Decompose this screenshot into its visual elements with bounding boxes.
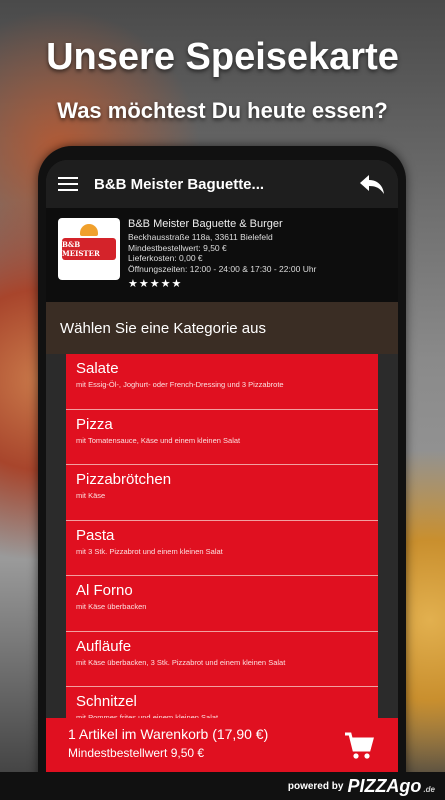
menu-icon[interactable] [58,177,78,191]
rating-stars-icon: ★★★★★ [128,278,183,290]
category-title: Pasta [76,526,115,544]
pizzago-logo[interactable]: PIZZAgo .de [347,776,435,797]
restaurant-delivery-cost: Lieferkosten: 0,00 € [128,253,203,263]
category-title: Schnitzel [76,693,137,710]
category-item-pasta[interactable]: Pasta mit 3 Stk. Pizzabrot und einem kle… [66,520,378,576]
back-arrow-icon[interactable] [358,172,386,196]
category-desc: mit Käse [76,491,106,500]
restaurant-hours: Öffnungszeiten: 12:00 - 24:00 & 17:30 - … [128,263,317,274]
category-item-auflaeufe[interactable]: Aufläufe mit Käse überbacken, 3 Stk. Piz… [66,631,378,687]
category-item-pizzabroetchen[interactable]: Pizzabrötchen mit Käse [66,465,378,521]
category-title: Pizza [76,415,113,433]
category-title: Aufläufe [76,637,132,655]
promo-headline: Unsere Speisekarte [46,36,399,78]
category-item-salate[interactable]: Salate mit Essig-Öl-, Joghurt- oder Fren… [66,354,378,410]
burger-logo-icon [80,224,98,236]
category-desc: mit Käse überbacken, 3 Stk. Pizzabrot un… [76,657,286,667]
app-bar: B&B Meister Baguette... [46,160,398,208]
restaurant-details: B&B Meister Baguette & Burger Beckhausst… [128,218,316,302]
category-title: Salate [76,360,119,377]
category-title: Pizzabrötchen [76,471,172,488]
cart-icon[interactable] [344,732,374,760]
category-desc: mit Käse überbacken [76,602,147,611]
category-list: Salate mit Essig-Öl-, Joghurt- oder Fren… [46,354,398,743]
category-title: Al Forno [76,582,133,599]
restaurant-name: B&B Meister Baguette & Burger [128,218,283,230]
category-desc: mit Essig-Öl-, Joghurt- oder French-Dres… [76,380,284,389]
brand-suffix: .de [423,784,435,794]
restaurant-info: B&B MEISTER B&B Meister Baguette & Burge… [46,208,398,302]
logo-text: B&B MEISTER [62,240,100,258]
app-screen: B&B Meister Baguette... B&B MEISTER B&B … [46,160,398,772]
category-item-pizza[interactable]: Pizza mit Tomatensauce, Käse und einem k… [66,409,378,465]
restaurant-min-order: Mindestbestellwert: 9,50 € [128,242,227,253]
category-desc: mit Tomatensauce, Käse und einem kleinen… [76,435,241,445]
promo-subline: Was möchtest Du heute essen? [57,98,388,123]
brand-main: PIZZAgo [347,775,422,796]
restaurant-address: Beckhausstraße 118a, 33611 Bielefeld [128,232,273,242]
category-item-al-forno[interactable]: Al Forno mit Käse überbacken [66,576,378,632]
restaurant-logo: B&B MEISTER [58,218,120,280]
category-desc: mit 3 Stk. Pizzabrot und einem kleinen S… [76,546,223,556]
cart-bar[interactable]: 1 Artikel im Warenkorb (17,90 €) Mindest… [46,718,398,772]
powered-by-label: powered by [287,780,344,792]
app-title: B&B Meister Baguette... [94,175,265,193]
footer-bar: powered by PIZZAgo .de [0,772,445,800]
category-header: Wählen Sie eine Kategorie aus [46,302,398,354]
